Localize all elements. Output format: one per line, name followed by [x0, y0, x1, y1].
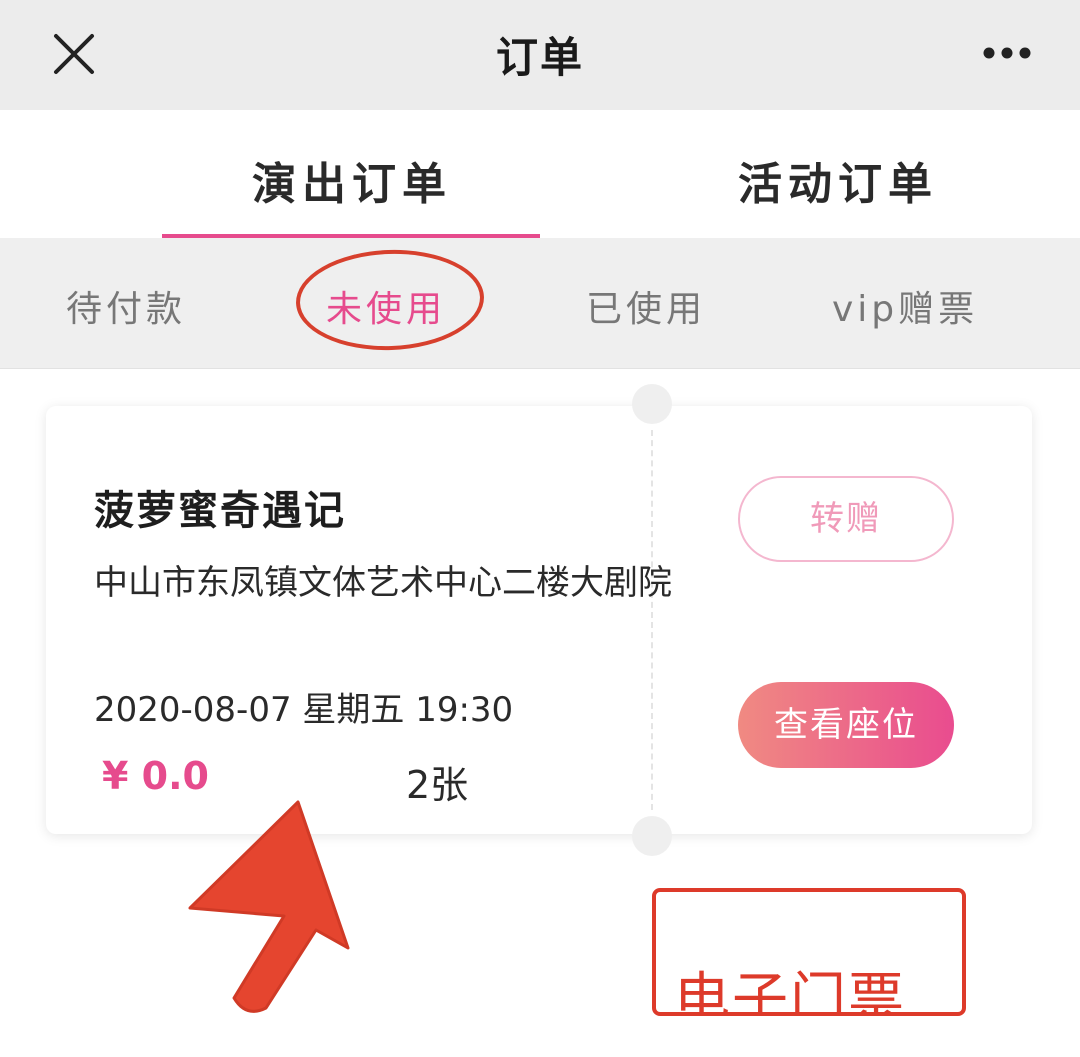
- venue: 中山市东凤镇文体艺术中心二楼大剧院: [94, 563, 672, 603]
- tab-activity-orders[interactable]: 活动订单: [738, 148, 938, 212]
- view-seat-button[interactable]: 查看座位: [738, 682, 954, 768]
- order-type-tabs: 演出订单 活动订单: [0, 110, 1080, 239]
- subtab-pending-payment[interactable]: 待付款: [66, 280, 186, 332]
- eticket-label: 电子门票: [674, 967, 906, 1016]
- status-subtabs: 待付款 未使用 已使用 vip赠票: [0, 238, 1080, 369]
- ticket-divider: [651, 430, 653, 810]
- order-card[interactable]: 菠萝蜜奇遇记 中山市东凤镇文体艺术中心二楼大剧院 2020-08-07 星期五 …: [46, 384, 1032, 856]
- show-datetime: 2020-08-07 星期五 19:30: [94, 690, 514, 730]
- annotation-arrow-icon: [188, 800, 350, 1013]
- top-bar: 订单: [0, 0, 1080, 110]
- more-icon[interactable]: [982, 46, 1032, 60]
- subtab-used[interactable]: 已使用: [586, 280, 706, 332]
- eticket-annotation-box: 电子门票: [652, 888, 966, 1016]
- ticket-notch-bottom: [632, 816, 672, 856]
- page-title: 订单: [495, 33, 584, 82]
- ticket-notch-top: [632, 384, 672, 424]
- tab-show-orders[interactable]: 演出订单: [252, 148, 452, 212]
- subtab-vip-gift[interactable]: vip赠票: [832, 280, 978, 332]
- ticket-quantity: 2张: [406, 763, 469, 807]
- gift-button[interactable]: 转赠: [738, 476, 954, 562]
- annotation-circle: [294, 246, 486, 354]
- show-title: 菠萝蜜奇遇记: [94, 488, 346, 534]
